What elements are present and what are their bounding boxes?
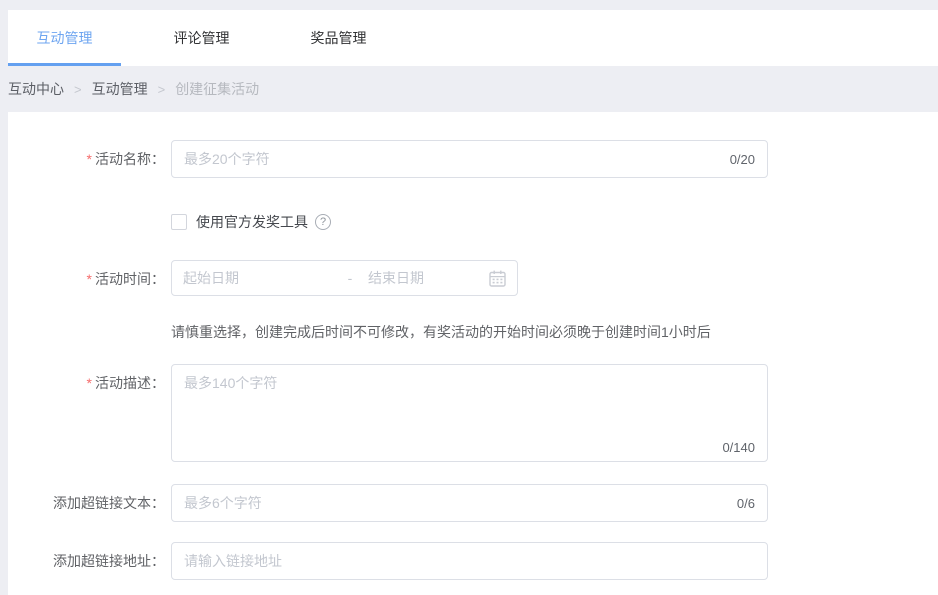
- tab-comment-management[interactable]: 评论管理: [145, 10, 258, 66]
- required-mark: *: [87, 151, 92, 167]
- activity-description-box: 0/140: [171, 364, 768, 462]
- form-row-link-text: 添加超链接文本： 0/6: [8, 484, 938, 522]
- form-row-activity-name: *活动名称： 0/20: [8, 140, 938, 178]
- tab-prize-management[interactable]: 奖品管理: [282, 10, 395, 66]
- breadcrumb: 互动中心 > 互动管理 > 创建征集活动: [8, 66, 938, 112]
- form-row-time-hint: 请慎重选择，创建完成后时间不可修改，有奖活动的开始时间必须晚于创建时间1小时后: [8, 322, 938, 342]
- link-url-label: 添加超链接地址：: [8, 542, 171, 580]
- time-hint-text: 请慎重选择，创建完成后时间不可修改，有奖活动的开始时间必须晚于创建时间1小时后: [171, 322, 711, 342]
- link-text-input[interactable]: [172, 485, 737, 521]
- breadcrumb-item-interaction-management[interactable]: 互动管理: [92, 79, 148, 99]
- link-url-input-box: [171, 542, 768, 580]
- activity-description-label: *活动描述：: [8, 364, 171, 402]
- form-row-activity-time: *活动时间： 起始日期 - 结束日期: [8, 260, 938, 298]
- activity-description-counter: 0/140: [722, 440, 755, 455]
- calendar-icon: [488, 269, 507, 288]
- question-icon[interactable]: ?: [315, 214, 331, 230]
- date-range-picker[interactable]: 起始日期 - 结束日期: [171, 260, 518, 296]
- activity-description-textarea[interactable]: [172, 365, 767, 461]
- page: 互动管理 评论管理 奖品管理 互动中心 > 互动管理 > 创建征集活动 *活动名…: [0, 0, 938, 595]
- chevron-right-icon: >: [74, 82, 82, 97]
- required-mark: *: [87, 271, 92, 287]
- tab-bar: 互动管理 评论管理 奖品管理: [8, 10, 938, 66]
- official-tool-label[interactable]: 使用官方发奖工具: [196, 212, 308, 232]
- breadcrumb-item-create-activity: 创建征集活动: [175, 79, 259, 99]
- activity-time-label-text: 活动时间：: [95, 271, 165, 287]
- activity-name-input[interactable]: [172, 141, 730, 177]
- activity-name-label-text: 活动名称：: [95, 151, 165, 167]
- form-row-activity-description: *活动描述： 0/140: [8, 364, 938, 462]
- official-tool-checkbox[interactable]: [171, 214, 187, 230]
- date-range-separator: -: [332, 270, 368, 286]
- start-date-input[interactable]: 起始日期: [182, 268, 332, 288]
- link-text-counter: 0/6: [737, 496, 767, 511]
- chevron-right-icon: >: [158, 82, 166, 97]
- activity-name-label: *活动名称：: [8, 140, 171, 178]
- create-activity-form: *活动名称： 0/20 使用官方发奖工具 ? *活动时间： 起始日期 - 结束日…: [8, 112, 938, 595]
- breadcrumb-item-interaction-center[interactable]: 互动中心: [8, 79, 64, 99]
- activity-time-label: *活动时间：: [8, 260, 171, 298]
- activity-description-label-text: 活动描述：: [95, 375, 165, 391]
- end-date-input[interactable]: 结束日期: [368, 268, 488, 288]
- activity-name-input-box: 0/20: [171, 140, 768, 178]
- link-text-input-box: 0/6: [171, 484, 768, 522]
- tab-interaction-management[interactable]: 互动管理: [8, 10, 121, 66]
- required-mark: *: [87, 375, 92, 391]
- link-text-label-text: 添加超链接文本：: [53, 495, 165, 511]
- form-row-link-url: 添加超链接地址：: [8, 542, 938, 580]
- link-url-input[interactable]: [172, 543, 767, 579]
- link-url-label-text: 添加超链接地址：: [53, 553, 165, 569]
- activity-name-counter: 0/20: [730, 152, 767, 167]
- link-text-label: 添加超链接文本：: [8, 484, 171, 522]
- form-row-official-tool: 使用官方发奖工具 ?: [8, 212, 938, 232]
